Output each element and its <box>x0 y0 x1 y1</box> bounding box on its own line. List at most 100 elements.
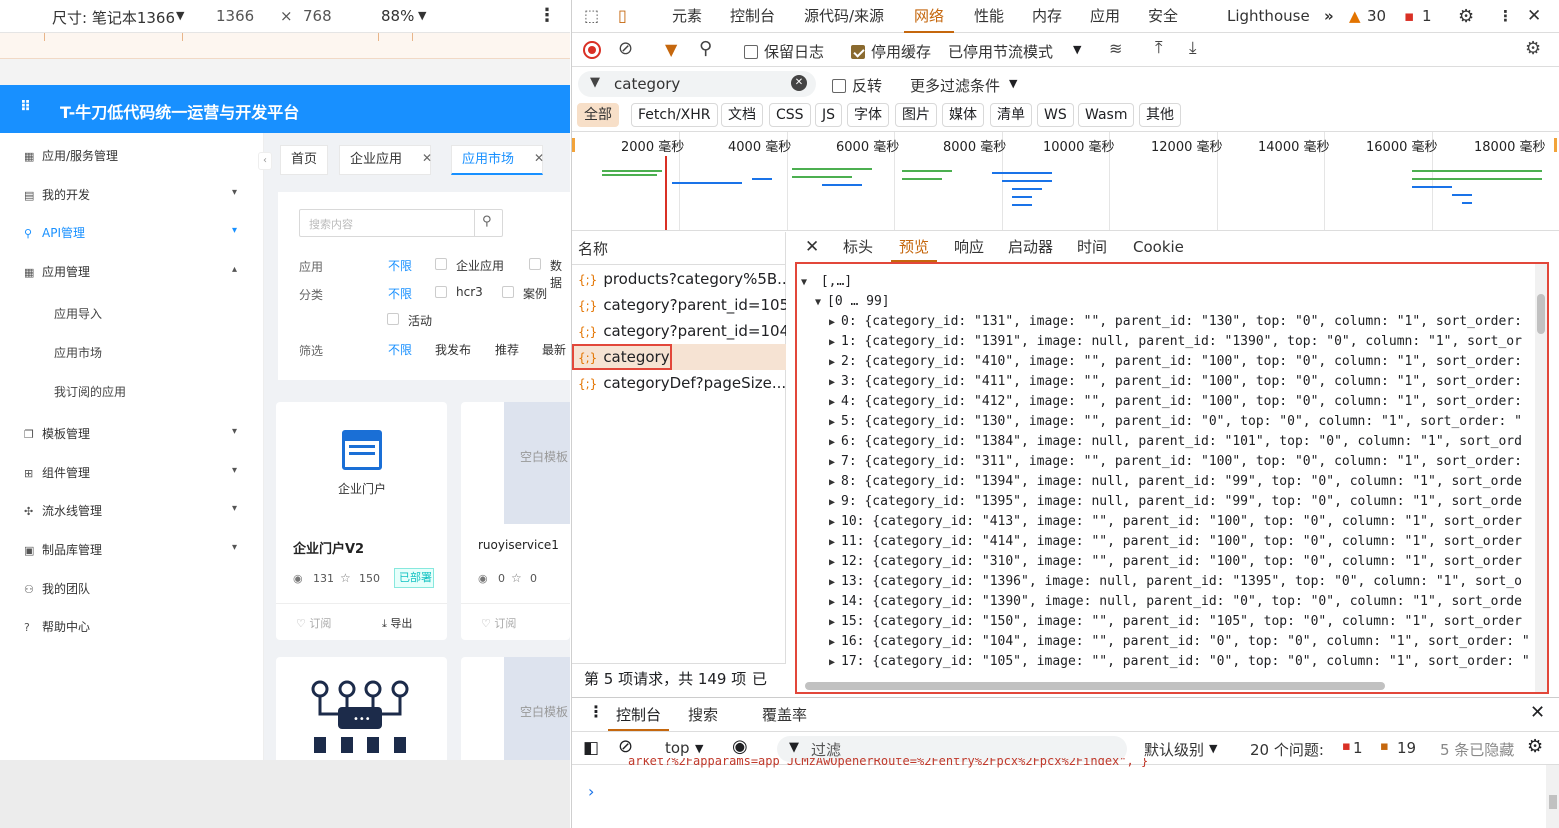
caret-down-icon[interactable]: ▼ <box>1209 742 1217 755</box>
drawer-tab-console[interactable]: 控制台 <box>608 704 670 731</box>
request-row[interactable]: {;} products?category%5B... <box>572 266 786 292</box>
warning-count[interactable]: 30 <box>1367 0 1386 33</box>
range-handle-right[interactable] <box>1554 138 1557 152</box>
triangle-right-icon[interactable]: ▶ <box>829 353 841 373</box>
checkbox[interactable] <box>744 45 758 59</box>
type-filter-xhr[interactable]: Fetch/XHR <box>631 103 718 127</box>
drawer-menu-icon[interactable]: ⋮ <box>588 702 604 721</box>
filter-funnel-icon[interactable]: ▼ <box>665 40 677 59</box>
type-filter-wasm[interactable]: Wasm <box>1078 103 1135 127</box>
checkbox[interactable] <box>435 258 447 270</box>
json-row[interactable]: ▶ 2: {category_id: "410", image: "", pare… <box>829 352 1522 372</box>
triangle-down-icon[interactable]: ▼ <box>801 273 813 293</box>
eye-icon[interactable]: ◉ <box>732 736 748 757</box>
json-row[interactable]: ▶ 0: {category_id: "131", image: "", pare… <box>829 312 1522 332</box>
json-row[interactable]: ▶ 14: {category_id: "1390", image: null, … <box>829 592 1522 612</box>
invert-checkbox[interactable]: 反转 <box>832 75 882 96</box>
filter-option-unlimited[interactable]: 不限 <box>388 257 412 274</box>
type-filter-media[interactable]: 媒体 <box>942 103 984 127</box>
more-options-icon[interactable]: ⋮ <box>538 5 556 26</box>
json-row[interactable]: ▶ 7: {category_id: "311", image: "", pare… <box>829 452 1522 472</box>
app-card[interactable]: 企业门户 企业门户V2 ◉ 131 ☆ 150 已部署 ♡ 订阅 ⤓ 导出 <box>276 402 447 640</box>
json-row[interactable]: ▶ 13: {category_id: "1396", image: null, … <box>829 572 1522 592</box>
filter-option-data[interactable]: 数据 <box>550 257 570 291</box>
filter-option-unlimited[interactable]: 不限 <box>388 341 412 358</box>
log-level-select[interactable]: 默认级别 <box>1144 739 1204 760</box>
type-filter-css[interactable]: CSS <box>769 103 811 127</box>
close-icon[interactable]: ✕ <box>1530 702 1545 723</box>
request-row-selected[interactable]: {;} category <box>572 344 786 370</box>
triangle-right-icon[interactable]: ▶ <box>829 493 841 513</box>
triangle-right-icon[interactable]: ▶ <box>829 513 841 533</box>
chevron-down-icon[interactable]: ▾ <box>232 503 237 514</box>
sidebar-item-help[interactable]: ? 帮助中心 <box>24 618 90 635</box>
type-filter-doc[interactable]: 文档 <box>721 103 763 127</box>
triangle-right-icon[interactable]: ▶ <box>829 553 841 573</box>
more-tabs-icon[interactable]: » <box>1324 0 1334 33</box>
tab-application[interactable]: 应用 <box>1090 0 1120 33</box>
search-icon[interactable]: ⚲ <box>699 38 712 59</box>
triangle-right-icon[interactable]: ▶ <box>829 533 841 553</box>
checkbox[interactable] <box>502 286 514 298</box>
type-filter-manifest[interactable]: 清单 <box>990 103 1032 127</box>
tab-timing[interactable]: 时间 <box>1077 232 1107 262</box>
search-input[interactable]: 搜索内容 ⚲ <box>299 209 503 237</box>
sidebar-item-team[interactable]: ⚇ 我的团队 <box>24 580 90 597</box>
json-group[interactable]: ▼ [0 … 99] <box>815 292 890 312</box>
close-icon[interactable]: ✕ <box>422 151 432 165</box>
type-filter-font[interactable]: 字体 <box>847 103 889 127</box>
checkbox[interactable] <box>529 258 541 270</box>
tab-cookies[interactable]: Cookie <box>1133 232 1184 262</box>
triangle-right-icon[interactable]: ▶ <box>829 313 841 333</box>
disable-cache-checkbox[interactable]: 停用缓存 <box>851 41 931 62</box>
json-row[interactable]: ▶ 16: {category_id: "104", image: "", par… <box>829 632 1530 652</box>
chevron-down-icon[interactable]: ▾ <box>232 225 237 236</box>
tab-elements[interactable]: 元素 <box>672 0 702 33</box>
error-icon[interactable]: ▪ <box>1342 739 1351 754</box>
json-row[interactable]: ▶ 5: {category_id: "130", image: "", pare… <box>829 412 1522 432</box>
json-preview[interactable]: ▼ [,…] ▼ [0 … 99] ▶ 0: {category_id: "131"… <box>795 262 1549 694</box>
issues-label[interactable]: 20 个问题: <box>1250 739 1324 760</box>
request-row[interactable]: {;} category?parent_id=104 <box>572 318 786 344</box>
triangle-right-icon[interactable]: ▶ <box>829 653 841 673</box>
app-card[interactable]: 空白模板 <box>461 657 570 760</box>
download-icon[interactable]: ⤓ <box>1189 38 1197 58</box>
sidebar-item-app-service[interactable]: ▦ 应用/服务管理 <box>24 147 118 164</box>
warning-icon[interactable]: ▲ <box>1349 0 1361 33</box>
request-row[interactable]: {;} categoryDef?pageSize... <box>572 370 786 396</box>
tab-initiator[interactable]: 启动器 <box>1008 232 1053 262</box>
filter-option-case[interactable]: 案例 <box>523 285 547 302</box>
type-filter-img[interactable]: 图片 <box>895 103 937 127</box>
chevron-down-icon[interactable]: ▾ <box>232 542 237 553</box>
sidebar-item-pipeline[interactable]: ✣ 流水线管理 <box>24 502 102 519</box>
triangle-right-icon[interactable]: ▶ <box>829 613 841 633</box>
timeline-overview[interactable]: 2000 毫秒 4000 毫秒 6000 毫秒 8000 毫秒 10000 毫秒… <box>572 131 1559 231</box>
width-input[interactable]: 1366 <box>216 7 254 25</box>
console-scrollbar[interactable] <box>1546 765 1559 828</box>
sidebar-toggle-icon[interactable]: ◧ <box>583 738 599 758</box>
triangle-right-icon[interactable]: ▶ <box>829 393 841 413</box>
tab-security[interactable]: 安全 <box>1148 0 1178 33</box>
tab-app-market[interactable]: 应用市场 <box>451 145 544 175</box>
tab-network[interactable]: 网络 <box>904 0 955 33</box>
error-icon[interactable]: ▪ <box>1404 0 1414 33</box>
sidebar-item-app-mgmt[interactable]: ▦ 应用管理 <box>24 263 90 280</box>
triangle-right-icon[interactable]: ▶ <box>829 573 841 593</box>
filter-option-recommended[interactable]: 推荐 <box>495 341 519 358</box>
more-filters-dropdown[interactable]: 更多过滤条件 <box>910 75 1000 96</box>
checkbox[interactable] <box>851 45 865 59</box>
json-row[interactable]: ▶ 9: {category_id: "1395", image: null, p… <box>829 492 1522 512</box>
sidebar-sub-subscribed[interactable]: 我订阅的应用 <box>54 383 126 400</box>
subscribe-button[interactable]: ♡ 订阅 <box>296 615 331 631</box>
json-root[interactable]: ▼ [,…] <box>801 272 852 292</box>
type-filter-all[interactable]: 全部 <box>577 103 619 127</box>
sidebar-item-my-dev[interactable]: ▤ 我的开发 <box>24 186 90 203</box>
checkbox[interactable] <box>387 313 399 325</box>
caret-down-icon[interactable]: ▼ <box>1009 77 1017 90</box>
preserve-log-checkbox[interactable]: 保留日志 <box>744 41 824 62</box>
chevron-up-icon[interactable]: ▴ <box>232 264 237 275</box>
search-icon[interactable]: ⚲ <box>482 214 492 229</box>
range-handle-left[interactable] <box>572 138 575 152</box>
tab-memory[interactable]: 内存 <box>1032 0 1062 33</box>
triangle-down-icon[interactable]: ▼ <box>815 293 827 313</box>
